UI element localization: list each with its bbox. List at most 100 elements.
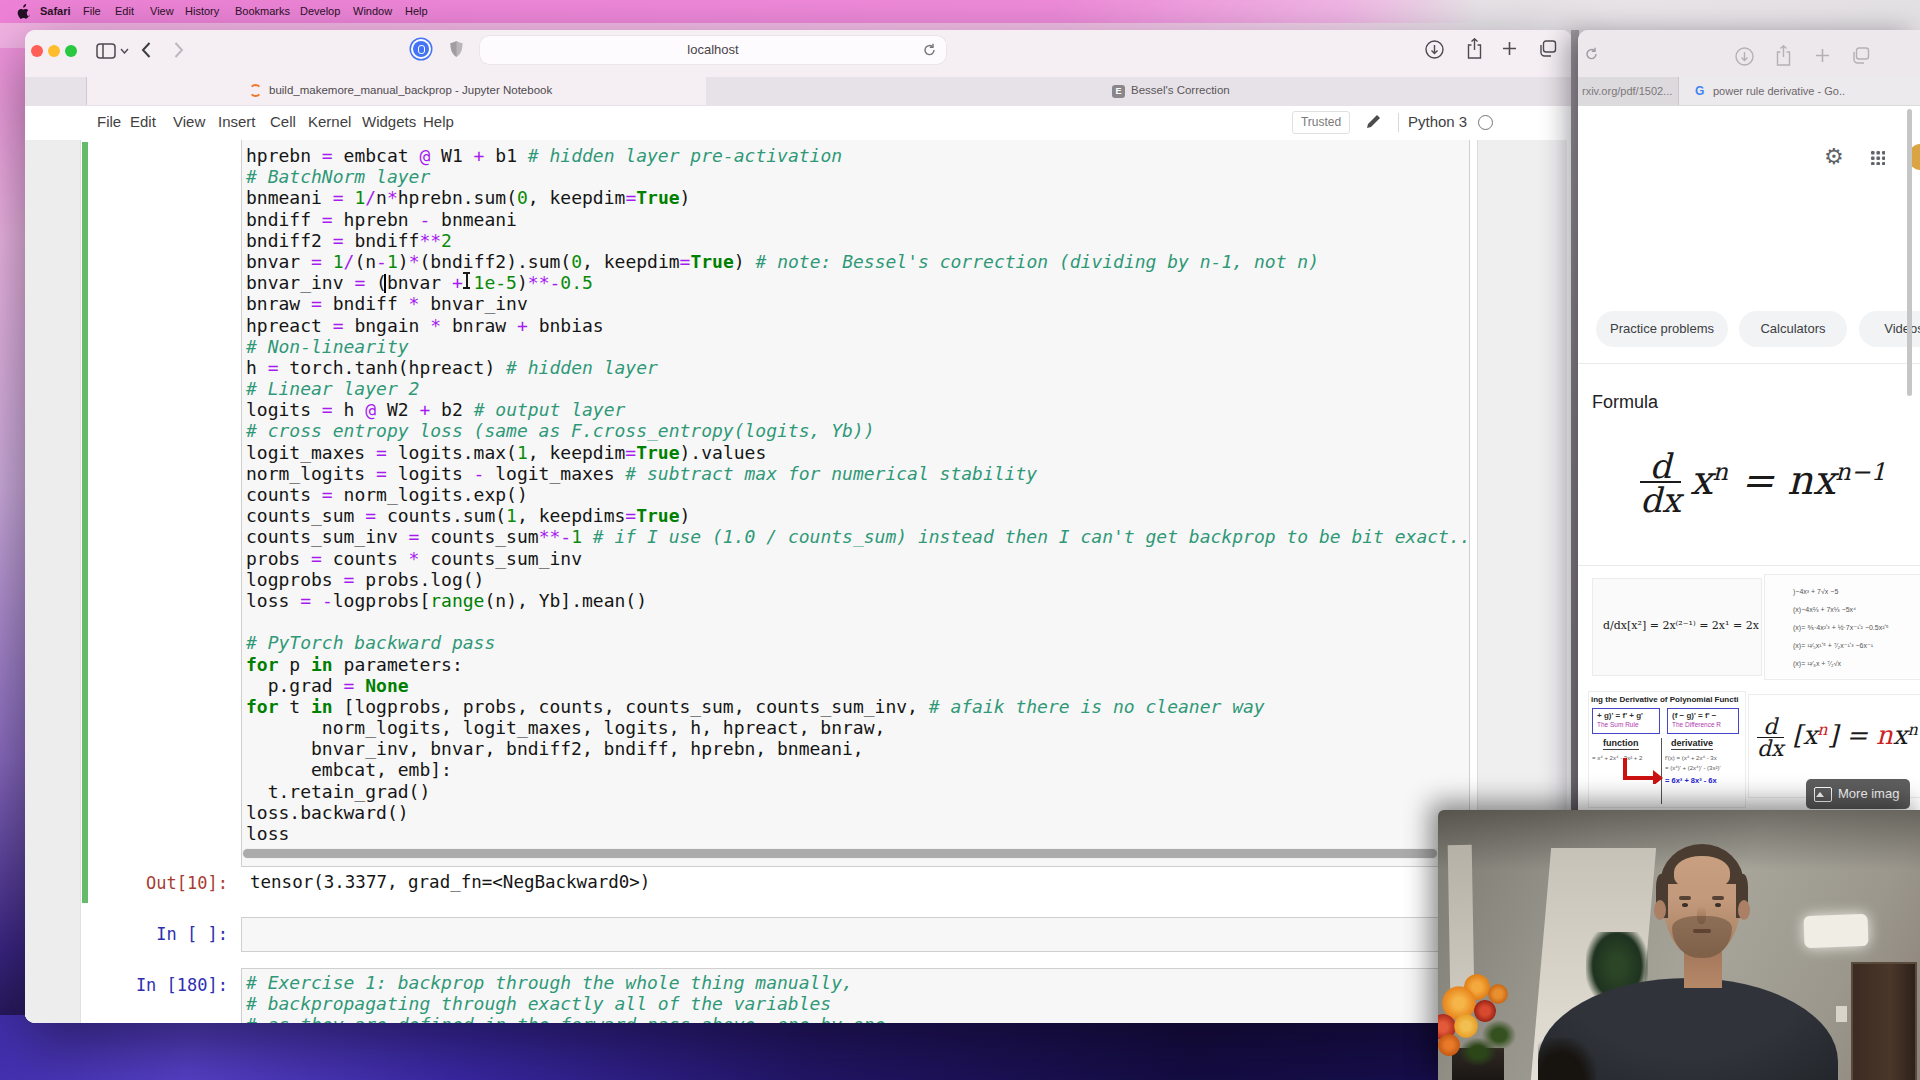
new-tab-icon[interactable] [1502,41,1517,56]
menubar-item-develop[interactable]: Develop [300,5,340,17]
light-switch [1836,1006,1847,1022]
menubar-item-safari[interactable]: Safari [40,5,71,17]
menubar-item-edit[interactable]: Edit [115,5,134,17]
jupyter-menu-help[interactable]: Help [423,113,454,130]
jupyter-menu-view[interactable]: View [173,113,205,130]
safari-window-jupyter: localhost build_makemore_manual_backprop… [25,30,1572,1023]
menubar-item-help[interactable]: Help [405,5,428,17]
address-bar[interactable]: localhost [480,36,946,64]
settings-gear-icon[interactable]: ⚙ [1824,144,1844,170]
tab-google-search[interactable]: G power rule derivative - Go.. [1678,77,1920,105]
jupyter-favicon [249,84,262,97]
minimize-button[interactable] [48,45,60,57]
tab-title: build_makemore_manual_backprop - Jupyter… [269,84,552,96]
notebook-body: hprebn = embcat @ W1 + b1 # hidden layer… [25,140,1572,1023]
image-icon [1814,787,1832,802]
empty-cell-input[interactable] [241,917,1470,952]
ceiling-light [1803,914,1868,948]
tab-overview-icon[interactable] [1852,47,1870,64]
person-ear-right [1738,900,1750,920]
trusted-badge[interactable]: Trusted [1292,111,1350,134]
menubar-item-file[interactable]: File [83,5,101,17]
kernel-name[interactable]: Python 3 [1408,113,1467,130]
forward-icon[interactable] [174,42,184,58]
jupyter-menu-kernel[interactable]: Kernel [308,113,351,130]
close-button[interactable] [31,45,43,57]
menubar-item-window[interactable]: Window [353,5,392,17]
jupyter-notebook: FileEditViewInsertCellKernelWidgetsHelp … [25,106,1572,1023]
person-forehead [1674,856,1730,890]
door [1851,962,1917,1080]
page-left-margin [25,140,81,1023]
webcam-overlay [1438,810,1920,1080]
menubar-item-bookmarks[interactable]: Bookmarks [235,5,290,17]
reload-icon[interactable] [1585,47,1598,61]
scrollbar-thumb[interactable] [1907,109,1912,396]
more-images-button[interactable]: More imag [1806,779,1910,809]
reload-icon[interactable] [923,43,936,57]
person-mouth [1693,929,1711,933]
shield-icon[interactable] [449,40,464,58]
jupyter-menu-widgets[interactable]: Widgets [362,113,416,130]
tab-title: Bessel's Correction [1131,84,1230,96]
chip-calculators[interactable]: Calculators [1739,311,1847,347]
extension-1password-icon[interactable] [413,41,429,57]
tab-arxiv[interactable]: rxiv.org/pdf/1502... [1578,77,1678,105]
image-thumb-derivative-example[interactable]: d/dx[x²] = 2x⁽²⁻¹⁾ = 2x¹ = 2x [1592,578,1762,676]
apple-menu-icon[interactable] [17,4,30,19]
google-favicon: G [1695,84,1704,98]
power-rule-formula: ddxxn = nxn−1 [1640,451,1920,517]
zoom-button[interactable] [65,45,77,57]
section-title: Formula [1592,392,1658,413]
chevron-down-icon[interactable] [120,48,129,54]
divider [1578,363,1920,364]
hscrollbar-thumb[interactable] [243,849,1437,858]
jupyter-menu-insert[interactable]: Insert [218,113,256,130]
exercise-code[interactable]: # Exercise 1: backprop through the whole… [246,972,885,1023]
kernel-status-icon [1478,115,1493,130]
red-arrow [1619,758,1663,784]
back-icon[interactable] [141,42,151,58]
mouse-ibeam-cursor [462,272,471,289]
chip-practice-problems[interactable]: Practice problems [1596,311,1728,347]
bessel-favicon: E [1112,85,1125,98]
window1-titlebar[interactable]: localhost [25,30,1572,77]
tab-jupyter[interactable]: build_makemore_manual_backprop - Jupyter… [86,77,707,105]
in180-prompt: In [180]: [100,975,228,995]
tab-bessel[interactable]: E Bessel's Correction [706,77,1572,105]
menubar-item-view[interactable]: View [150,5,174,17]
sidebar-icon[interactable] [96,43,116,59]
selected-cell-editmode-bar [82,142,88,903]
downloads-icon[interactable] [1425,40,1444,59]
jupyter-menu-edit[interactable]: Edit [130,113,156,130]
share-icon[interactable] [1466,38,1483,59]
jupyter-menu-file[interactable]: File [97,113,121,130]
image-thumb-worked-problems[interactable]: )−4x³ + 7√x −5(x)−4x⅔ + 7x⅓ −5x⁴(x)= ⅗·4… [1764,574,1920,680]
flower-bouquet [1438,970,1550,1066]
downloads-icon[interactable] [1735,47,1754,66]
jupyter-menu-cell[interactable]: Cell [270,113,296,130]
google-apps-grid-icon[interactable] [1870,150,1885,165]
macos-menubar: Safari File Edit View History Bookmarks Develo… [0,0,1920,23]
code-editor[interactable]: hprebn = embcat @ W1 + b1 # hidden layer… [246,145,1471,844]
tab-bar: rxiv.org/pdf/1502... G power rule deriva… [1578,77,1920,107]
divider [1398,113,1399,132]
in-empty-prompt: In [ ]: [100,924,228,944]
tab-title: power rule derivative - Go.. [1713,85,1845,97]
image-thumb-polynomial-rules[interactable]: ing the Derivative of Polynomial Functi … [1588,691,1746,808]
out-value: tensor(3.3377, grad_fn=<NegBackward0>) [250,872,650,892]
new-tab-icon[interactable] [1815,48,1830,63]
tab-bar: build_makemore_manual_backprop - Jupyter… [25,77,1572,107]
person-beard [1672,916,1732,958]
share-icon[interactable] [1775,45,1792,66]
person-eyebrow-left [1679,896,1691,900]
menubar-item-history[interactable]: History [185,5,219,17]
person-eyebrow-right [1712,896,1724,900]
window2-titlebar[interactable] [1578,30,1920,77]
out-prompt: Out[10]: [100,873,228,893]
person-eye-left [1682,903,1688,907]
tab-overview-icon[interactable] [1539,40,1557,57]
person-ear-left [1654,900,1666,920]
tab-title: rxiv.org/pdf/1502... [1582,85,1672,97]
person-eye-right [1715,903,1721,907]
